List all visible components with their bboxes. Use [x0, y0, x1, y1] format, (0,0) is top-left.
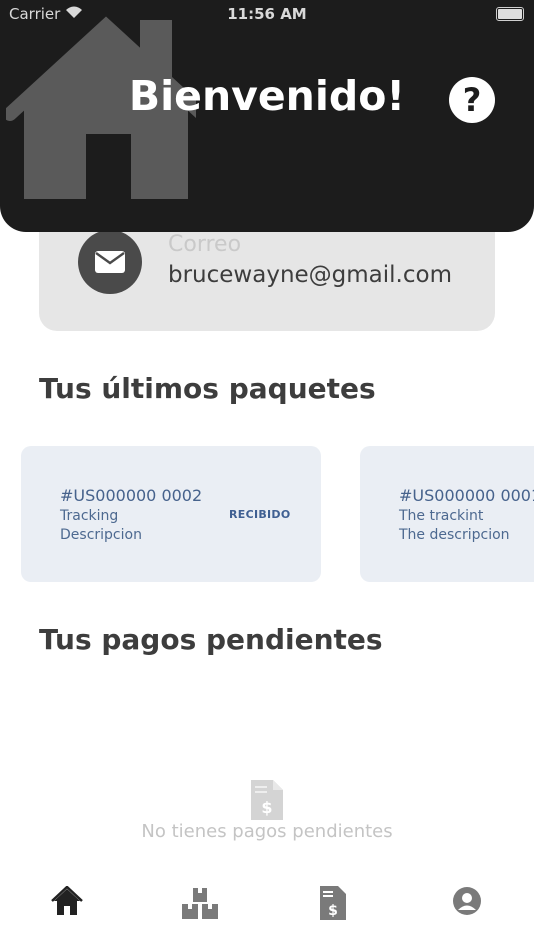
email-label: Correo	[168, 232, 242, 257]
package-status-badge: RECIBIDO	[229, 508, 291, 521]
status-time: 11:56 AM	[227, 5, 307, 23]
tab-bar: $	[0, 870, 534, 950]
home-icon	[51, 886, 83, 915]
package-description: The descripcion	[399, 527, 510, 543]
question-circle-icon[interactable]: ?	[449, 77, 495, 123]
empty-payments-text: No tienes pagos pendientes	[141, 821, 393, 842]
packages-section-title: Tus últimos paquetes	[39, 372, 376, 405]
package-card[interactable]: #US000000 0002 Tracking Descripcion RECI…	[21, 446, 321, 582]
package-code: #US000000 0001	[399, 486, 534, 505]
tab-payments[interactable]: $	[313, 886, 353, 926]
svg-text:$: $	[261, 798, 272, 817]
tab-home[interactable]	[47, 886, 87, 926]
svg-text:$: $	[328, 903, 338, 919]
tab-profile[interactable]	[447, 886, 487, 926]
invoice-dollar-icon: $	[320, 886, 346, 920]
status-bar: Carrier 11:56 AM	[0, 0, 534, 28]
payments-section-title: Tus pagos pendientes	[39, 623, 383, 656]
package-tracking: Tracking	[60, 508, 119, 524]
battery-icon	[496, 7, 524, 21]
boxes-icon	[182, 888, 218, 919]
package-code: #US000000 0002	[60, 486, 203, 505]
email-value: brucewayne@gmail.com	[168, 262, 452, 288]
invoice-dollar-icon: $	[251, 780, 283, 820]
package-card[interactable]: #US000000 0001 The trackint The descripc…	[360, 446, 534, 582]
tab-packages[interactable]	[180, 886, 220, 926]
package-description: Descripcion	[60, 527, 142, 543]
user-circle-icon	[453, 887, 481, 915]
envelope-icon	[78, 230, 142, 294]
package-tracking: The trackint	[399, 508, 484, 524]
packages-carousel[interactable]: #US000000 0002 Tracking Descripcion RECI…	[0, 446, 534, 582]
welcome-header: Bienvenido! ?	[0, 0, 534, 232]
